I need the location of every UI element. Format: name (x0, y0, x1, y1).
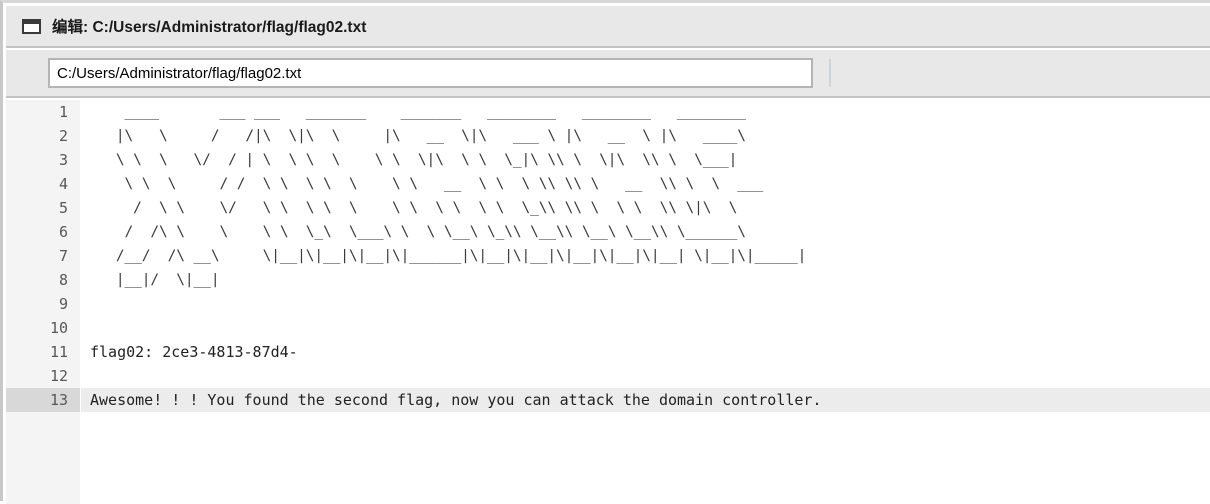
code-line[interactable] (81, 292, 1210, 316)
line-number: 10 (49, 319, 68, 337)
code-line[interactable]: \ \ \ \/ / | \ \ \ \ \ \ \|\ \ \ \_|\ \\… (81, 148, 1210, 172)
editor-window: 编辑: C:/Users/Administrator/flag/flag02.t… (0, 0, 1210, 504)
code-line[interactable]: ____ ___ ___ _______ _______ ________ __… (81, 100, 1210, 124)
code-line[interactable]: |__|/ \|__| (81, 268, 1210, 292)
line-number: 7 (58, 247, 68, 265)
line-number: 12 (49, 367, 68, 385)
code-line[interactable]: Awesome! ! ! You found the second flag, … (81, 388, 1210, 412)
line-number: 4 (58, 175, 68, 193)
text-editor-area: 1 2 3 4 5 6 7 8 9 10 11 12 13 ____ ___ ___ _______ _… (6, 100, 1210, 504)
title-bar: 编辑: C:/Users/Administrator/flag/flag02.t… (6, 6, 1210, 48)
line-number: 6 (58, 223, 68, 241)
line-number: 2 (58, 127, 68, 145)
code-content[interactable]: ____ ___ ___ _______ _______ ________ __… (81, 100, 1210, 504)
line-number: 1 (58, 103, 68, 121)
title-label: 编辑 (52, 18, 84, 36)
page-title: 编辑: C:/Users/Administrator/flag/flag02.t… (52, 15, 366, 37)
path-toolbar (6, 50, 1210, 98)
line-number: 9 (58, 295, 68, 313)
window-icon (22, 18, 41, 34)
code-line[interactable] (81, 316, 1210, 340)
title-path: C:/Users/Administrator/flag/flag02.txt (92, 19, 367, 36)
line-number: 3 (58, 151, 68, 169)
code-line[interactable]: |\ \ / /|\ \|\ \ |\ __ \|\ ___ \ |\ __ \… (81, 124, 1210, 148)
line-number: 11 (49, 343, 68, 361)
line-number: 8 (58, 271, 68, 289)
line-number: 5 (58, 199, 68, 217)
file-path-input[interactable] (48, 58, 813, 88)
code-line[interactable] (81, 364, 1210, 388)
code-line[interactable]: /__/ /\ __\ \|__|\|__|\|__|\|______|\|__… (81, 244, 1210, 268)
toolbar-separator (829, 59, 831, 87)
code-line[interactable]: / /\ \ \ \ \ \_\ \___\ \ \ \__\ \_\\ \__… (81, 220, 1210, 244)
line-number: 13 (6, 388, 80, 412)
code-line[interactable]: \ \ \ / / \ \ \ \ \ \ \ __ \ \ \ \\ \\ \… (81, 172, 1210, 196)
code-line[interactable]: flag02: 2ce3-4813-87d4- (81, 340, 1210, 364)
line-number-gutter: 1 2 3 4 5 6 7 8 9 10 11 12 13 (6, 100, 81, 504)
code-line[interactable]: / \ \ \/ \ \ \ \ \ \ \ \ \ \ \ \_\\ \\ \… (81, 196, 1210, 220)
